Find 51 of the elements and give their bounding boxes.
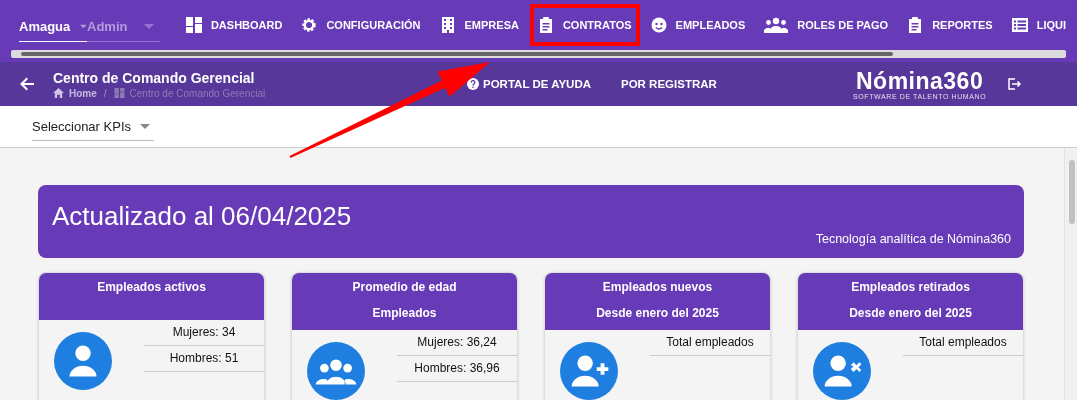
- caret-icon: [140, 123, 150, 129]
- card-title: Empleados retirados: [851, 280, 970, 294]
- nav-item[interactable]: EMPRESA: [431, 4, 527, 46]
- card-title: Empleados activos: [97, 280, 206, 294]
- page-title: Centro de Comando Gerencial: [53, 69, 256, 86]
- card-stat: Mujeres: 36,24: [397, 330, 517, 356]
- list-icon: [1011, 17, 1028, 33]
- settings-icon: [301, 17, 318, 33]
- card-stat: Hombres: 36,96: [397, 356, 517, 382]
- card-stat: Hombres: 51: [144, 346, 264, 372]
- face-icon: [650, 17, 667, 33]
- header-link[interactable]: PORTAL DE AYUDA: [467, 78, 591, 90]
- nav-item[interactable]: CONFIGURACIÓN: [293, 4, 429, 46]
- company-select[interactable]: Amagua: [19, 12, 87, 42]
- card-stat: Mujeres: 34: [144, 320, 264, 346]
- help-icon: [467, 78, 479, 90]
- horizontal-scrollbar[interactable]: [11, 50, 1066, 58]
- card-stat: Total empleados: [650, 330, 770, 356]
- breadcrumb-current: Centro de Comando Gerencial: [129, 87, 266, 99]
- nav-item[interactable]: REPORTES: [899, 4, 1001, 46]
- clipboard-icon: [907, 17, 924, 33]
- breadcrumb-separator: /: [103, 87, 107, 99]
- nav-item[interactable]: CONTRATOS: [529, 4, 640, 46]
- banner-caption: Tecnología analítica de Nómina360: [815, 232, 1011, 246]
- banner-title: Actualizado al 06/04/2025: [52, 201, 353, 232]
- header-link[interactable]: POR REGISTRAR: [621, 78, 717, 90]
- breadcrumb-link[interactable]: Home: [69, 87, 97, 99]
- nav-item[interactable]: ROLES DE PAGO: [756, 4, 897, 46]
- card-title: Promedio de edad: [352, 280, 457, 294]
- card-subtitle: Empleados: [372, 306, 437, 320]
- card-title: Empleados nuevos: [602, 280, 713, 294]
- nav-item[interactable]: LIQUI: [1003, 4, 1074, 46]
- dashboard-icon: [113, 88, 125, 98]
- logo-name: Nómina360: [856, 68, 984, 93]
- kpi-select[interactable]: Seleccionar KPIs: [32, 112, 154, 141]
- logout-icon[interactable]: [1008, 78, 1023, 90]
- building-icon: [439, 17, 456, 33]
- card-subtitle: Desde enero del 2025: [849, 306, 972, 320]
- caret-icon: [80, 24, 87, 29]
- dashboard-icon: [185, 17, 202, 33]
- nav-item[interactable]: DASHBOARD: [177, 4, 291, 46]
- card-stat: Total empleados: [903, 330, 1023, 356]
- card-subtitle: Desde enero del 2025: [596, 306, 719, 320]
- clipboard-icon: [537, 17, 554, 33]
- person-icon: [54, 332, 112, 390]
- caret-icon: [143, 24, 154, 29]
- nav-item[interactable]: EMPLEADOS: [642, 4, 754, 46]
- back-arrow-icon[interactable]: [20, 77, 34, 91]
- vertical-scrollbar[interactable]: [1064, 148, 1077, 400]
- group-icon: [764, 17, 789, 33]
- home-icon: [53, 88, 64, 98]
